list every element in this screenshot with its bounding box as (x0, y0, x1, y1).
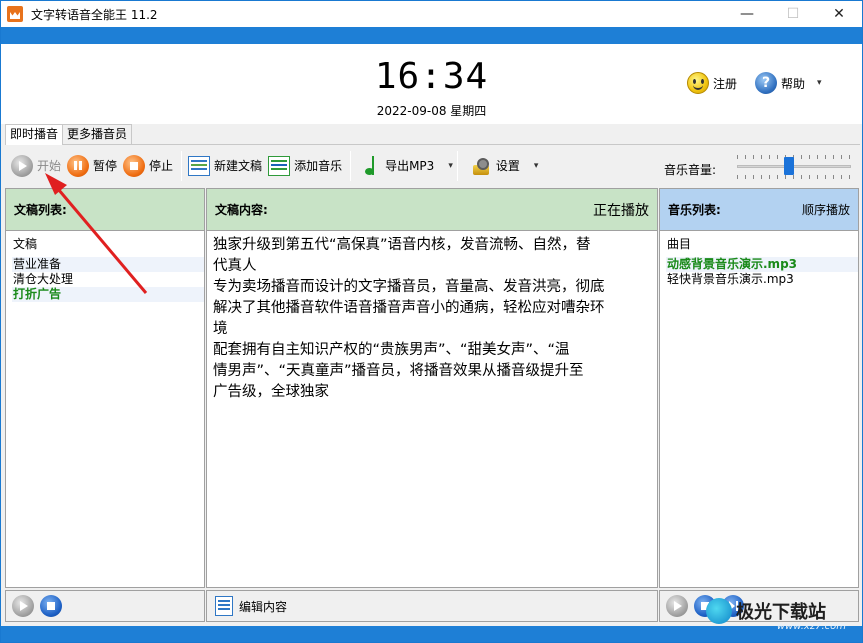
maximize-button[interactable]: ☐ (770, 1, 816, 27)
chevron-down-icon: ▾ (817, 78, 822, 88)
pause-button[interactable]: 暂停 (67, 151, 117, 181)
export-mp3-button[interactable]: 导出MP3 ▾ (363, 151, 453, 181)
smiley-icon (687, 72, 709, 94)
stop-label: 停止 (149, 159, 174, 173)
tab-bar: 即时播音 更多播音员 (5, 124, 133, 145)
volume-label: 音乐音量: (664, 163, 717, 177)
list-item[interactable]: 打折广告 (12, 287, 204, 302)
content-line: 配套拥有自主知识产权的“贵族男声”、“甜美女声”、“温 (213, 342, 570, 358)
start-label: 开始 (37, 159, 62, 173)
content-line: 情男声”、“天真童声”播音员，将播音效果从播音级提升至 (213, 363, 584, 379)
minimize-button[interactable]: — (724, 1, 770, 27)
doc-content-text[interactable]: 独家升级到第五代“高保真”语音内核，发音流畅、自然，替 代真人 专为卖场播音而设… (207, 231, 657, 407)
settings-icon (470, 155, 492, 177)
new-doc-button[interactable]: 新建文稿 (188, 151, 262, 181)
toolbar-divider (350, 150, 352, 181)
register-label: 注册 (713, 76, 738, 91)
add-music-label: 添加音乐 (294, 159, 343, 173)
doc-content-title: 文稿内容: (215, 203, 268, 217)
watermark: 极光下载站 www.xz7.com (706, 591, 856, 632)
toolbar-divider (181, 150, 183, 181)
content-line: 广告级，全球独家 (213, 384, 329, 400)
list-item[interactable]: 营业准备 (12, 257, 204, 272)
music-list: 曲目 动感背景音乐演示.mp3 轻快背景音乐演示.mp3 (660, 231, 858, 287)
edit-content-label: 编辑内容 (239, 599, 288, 614)
new-doc-label: 新建文稿 (214, 159, 263, 173)
pause-icon (67, 154, 90, 177)
play-icon (11, 154, 33, 177)
help-button[interactable]: ? 帮助 ▾ (755, 72, 822, 94)
new-doc-icon (188, 155, 211, 176)
music-column-header: 曲目 (667, 237, 692, 251)
edit-doc-icon (215, 596, 233, 616)
doc-list-controls (5, 590, 205, 622)
playback-status: 正在播放 (593, 202, 649, 219)
toolbar: 开始 暂停 停止 新建文稿 添加音乐 导出MP3 ▾ 设置 ▾ 音乐音量: (5, 144, 860, 186)
doc-list-panel: 文稿列表: 文稿 营业准备 清仓大处理 打折广告 (5, 188, 205, 588)
header-area: 16:34 2022-09-08 星期四 注册 ? 帮助 ▾ (1, 44, 862, 124)
pause-label: 暂停 (93, 159, 118, 173)
settings-button[interactable]: 设置 ▾ (470, 151, 539, 181)
content-line: 代真人 (213, 258, 257, 274)
slider-ticks (737, 175, 851, 179)
clock-date: 2022-09-08 星期四 (376, 104, 487, 118)
window-controls: — ☐ ✕ (724, 1, 862, 27)
chevron-down-icon[interactable]: ▾ (534, 161, 539, 171)
play-icon[interactable] (12, 595, 34, 617)
doc-list-title: 文稿列表: (14, 203, 67, 217)
music-list-title: 音乐列表: (668, 203, 721, 217)
start-button[interactable]: 开始 (11, 151, 61, 181)
music-list-header: 音乐列表: 顺序播放 (660, 189, 858, 231)
stop-icon (123, 154, 146, 177)
doc-list-header: 文稿列表: (6, 189, 204, 231)
doc-list: 文稿 营业准备 清仓大处理 打折广告 (6, 231, 204, 302)
doc-content-panel: 文稿内容: 正在播放 独家升级到第五代“高保真”语音内核，发音流畅、自然，替 代… (206, 188, 658, 588)
top-accent-strip (1, 27, 862, 44)
content-line: 独家升级到第五代“高保真”语音内核，发音流畅、自然，替 (213, 237, 591, 253)
slider-thumb[interactable] (783, 157, 794, 175)
edit-content-button[interactable]: 编辑内容 (207, 596, 287, 616)
register-button[interactable]: 注册 (687, 72, 737, 94)
music-list-panel: 音乐列表: 顺序播放 曲目 动感背景音乐演示.mp3 轻快背景音乐演示.mp3 (659, 188, 859, 588)
help-icon: ? (755, 72, 777, 94)
content-line: 解决了其他播音软件语音播音声音小的通病，轻松应对嘈杂环 (213, 300, 605, 316)
content-controls: 编辑内容 (206, 590, 658, 622)
play-mode[interactable]: 顺序播放 (802, 201, 850, 218)
help-label: 帮助 (781, 76, 806, 91)
volume-slider[interactable] (733, 153, 855, 179)
settings-label: 设置 (495, 159, 520, 173)
export-label: 导出MP3 (385, 159, 435, 173)
doc-content-header: 文稿内容: 正在播放 (207, 189, 657, 231)
slider-track (737, 165, 851, 168)
tab-more-announcers[interactable]: 更多播音员 (62, 124, 133, 144)
content-line: 专为卖场播音而设计的文字播音员，音量高、发音洪亮，彻底 (213, 279, 605, 295)
stop-button[interactable]: 停止 (123, 151, 173, 181)
toolbar-divider (456, 150, 458, 181)
add-music-icon (268, 155, 291, 176)
list-item[interactable]: 清仓大处理 (12, 272, 204, 287)
app-window: 文字转语音全能王 11.2 — ☐ ✕ 16:34 2022-09-08 星期四… (0, 0, 863, 643)
close-button[interactable]: ✕ (816, 1, 862, 27)
slider-ticks (737, 155, 851, 159)
crown-icon (7, 6, 23, 22)
chevron-down-icon[interactable]: ▾ (448, 161, 453, 171)
content-line: 境 (213, 321, 228, 337)
list-item[interactable]: 轻快背景音乐演示.mp3 (666, 272, 858, 287)
list-item[interactable]: 动感背景音乐演示.mp3 (666, 257, 858, 272)
tab-instant-broadcast[interactable]: 即时播音 (5, 124, 64, 145)
add-music-button[interactable]: 添加音乐 (268, 151, 342, 181)
stop-icon[interactable] (40, 595, 62, 617)
window-title: 文字转语音全能王 11.2 (31, 7, 158, 22)
play-icon[interactable] (666, 595, 688, 617)
watermark-url: www.xz7.com (776, 621, 846, 632)
watermark-logo-icon (706, 598, 732, 624)
doc-column-header: 文稿 (13, 237, 38, 251)
music-note-icon (363, 155, 381, 177)
title-bar: 文字转语音全能王 11.2 — ☐ ✕ (1, 1, 862, 27)
